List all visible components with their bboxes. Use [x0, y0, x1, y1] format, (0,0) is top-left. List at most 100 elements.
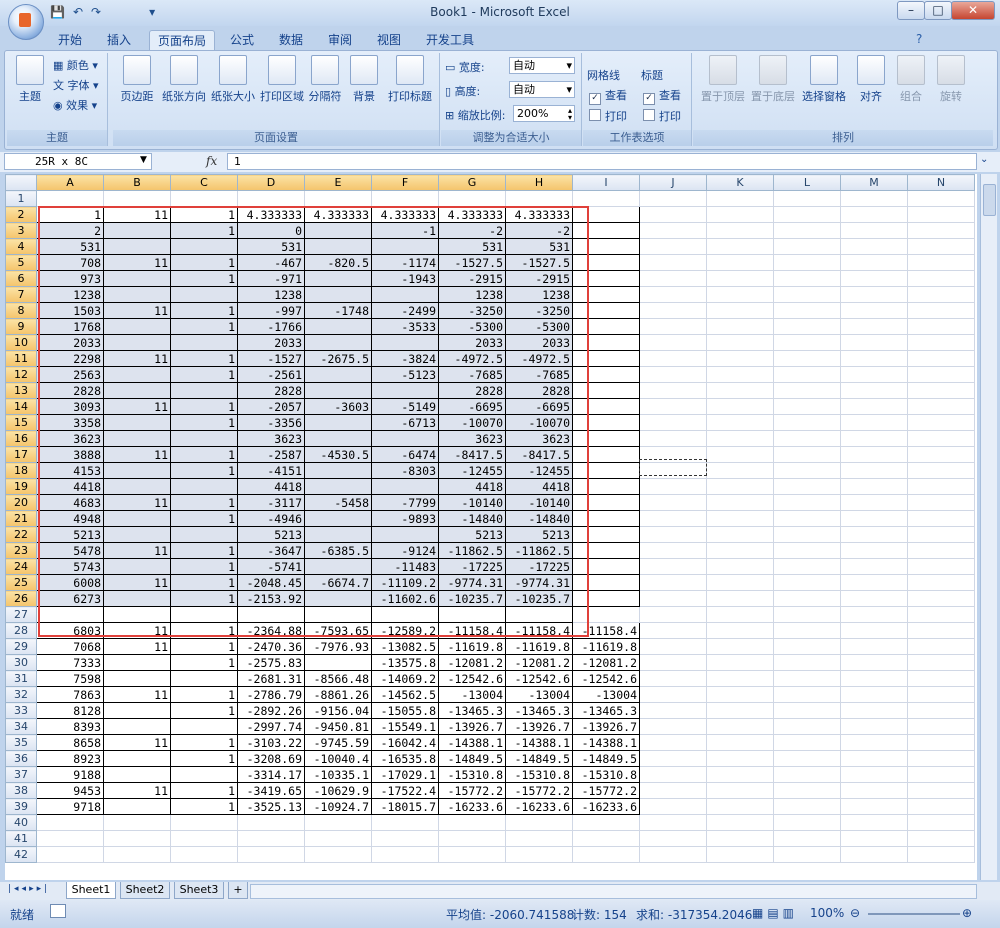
tab-home[interactable]: 开始 [52, 30, 88, 50]
close-button[interactable]: ✕ [951, 1, 995, 20]
cell[interactable] [639, 382, 707, 399]
cell[interactable] [572, 366, 640, 383]
cell[interactable] [639, 414, 707, 431]
cell[interactable] [371, 430, 439, 447]
cell[interactable] [103, 286, 171, 303]
selection-pane-button[interactable]: 选择窗格 [799, 55, 849, 104]
cell[interactable] [840, 222, 908, 239]
rotate-button[interactable]: 旋转 [933, 55, 969, 104]
cell[interactable] [304, 590, 372, 607]
cell[interactable] [304, 382, 372, 399]
cell[interactable]: 1 [170, 414, 238, 431]
cell[interactable]: 9718 [36, 798, 104, 815]
row-header[interactable]: 15 [5, 414, 37, 431]
cell[interactable] [572, 478, 640, 495]
cell[interactable] [840, 782, 908, 799]
cell[interactable]: -11862.5 [505, 542, 573, 559]
cell[interactable] [371, 830, 439, 847]
row-header[interactable]: 8 [5, 302, 37, 319]
cell[interactable] [840, 542, 908, 559]
cell[interactable]: -1527.5 [505, 254, 573, 271]
row-header[interactable]: 22 [5, 526, 37, 543]
cell[interactable]: 1768 [36, 318, 104, 335]
cell[interactable] [907, 478, 975, 495]
cell[interactable]: 11 [103, 542, 171, 559]
sheet-nav-arrows-icon[interactable]: |◂◂▸▸| [8, 884, 50, 894]
cell[interactable]: -9450.81 [304, 718, 372, 735]
cell[interactable] [103, 766, 171, 783]
cell[interactable]: -2997.74 [237, 718, 305, 735]
cell[interactable]: 5213 [505, 526, 573, 543]
cell[interactable]: 4683 [36, 494, 104, 511]
cell[interactable] [572, 318, 640, 335]
cell[interactable] [907, 798, 975, 815]
cell[interactable] [639, 734, 707, 751]
cell[interactable] [907, 430, 975, 447]
cell[interactable] [773, 286, 841, 303]
cell[interactable] [840, 654, 908, 671]
cell[interactable] [103, 558, 171, 575]
colors-button[interactable]: ▦ 颜色 ▾ [53, 57, 98, 73]
cell[interactable] [706, 222, 774, 239]
cell[interactable]: -2048.45 [237, 574, 305, 591]
cell[interactable] [103, 222, 171, 239]
cell[interactable]: -971 [237, 270, 305, 287]
cell[interactable]: -11619.8 [572, 638, 640, 655]
cell[interactable] [840, 286, 908, 303]
cell[interactable] [103, 670, 171, 687]
cell[interactable] [706, 654, 774, 671]
cell[interactable] [840, 366, 908, 383]
cell[interactable] [907, 574, 975, 591]
background-button[interactable]: 背景 [346, 55, 382, 104]
cell[interactable] [907, 318, 975, 335]
cell[interactable] [773, 382, 841, 399]
cell[interactable] [572, 830, 640, 847]
help-icon[interactable]: ? [916, 32, 922, 46]
cell[interactable] [907, 334, 975, 351]
cell[interactable] [371, 846, 439, 863]
cell[interactable]: 1 [170, 750, 238, 767]
cell[interactable]: -2575.83 [237, 654, 305, 671]
cell[interactable] [706, 414, 774, 431]
cell[interactable] [840, 574, 908, 591]
cell[interactable]: -10040.4 [304, 750, 372, 767]
cell[interactable]: 11 [103, 734, 171, 751]
cell[interactable] [505, 830, 573, 847]
cell[interactable] [706, 638, 774, 655]
cell[interactable] [572, 350, 640, 367]
cell[interactable]: 11 [103, 350, 171, 367]
cell[interactable]: 2033 [438, 334, 506, 351]
cell[interactable] [103, 718, 171, 735]
cell[interactable] [773, 318, 841, 335]
cell[interactable] [773, 782, 841, 799]
cell[interactable]: -11158.4 [438, 622, 506, 639]
cell[interactable]: -14069.2 [371, 670, 439, 687]
cell[interactable]: -5300 [505, 318, 573, 335]
cell[interactable]: 1 [170, 638, 238, 655]
cell[interactable]: 2033 [505, 334, 573, 351]
row-header[interactable]: 42 [5, 846, 37, 863]
cell[interactable]: 1 [170, 590, 238, 607]
row-header[interactable]: 23 [5, 542, 37, 559]
cell[interactable] [170, 478, 238, 495]
cell[interactable] [907, 254, 975, 271]
cell[interactable]: -16233.6 [572, 798, 640, 815]
cell[interactable]: -16233.6 [505, 798, 573, 815]
cell[interactable] [371, 382, 439, 399]
cell[interactable]: -16042.4 [371, 734, 439, 751]
cell[interactable]: 531 [237, 238, 305, 255]
cell[interactable] [773, 238, 841, 255]
cell[interactable]: -13926.7 [505, 718, 573, 735]
cell[interactable] [840, 558, 908, 575]
cell[interactable]: -4530.5 [304, 446, 372, 463]
cell[interactable] [572, 302, 640, 319]
cell[interactable] [840, 334, 908, 351]
cell[interactable] [572, 334, 640, 351]
cell[interactable] [773, 542, 841, 559]
cell[interactable]: 1 [170, 494, 238, 511]
cell[interactable]: 2 [36, 222, 104, 239]
cell[interactable] [371, 814, 439, 831]
cell[interactable]: -7685 [505, 366, 573, 383]
cell[interactable] [371, 238, 439, 255]
cell[interactable]: -15549.1 [371, 718, 439, 735]
